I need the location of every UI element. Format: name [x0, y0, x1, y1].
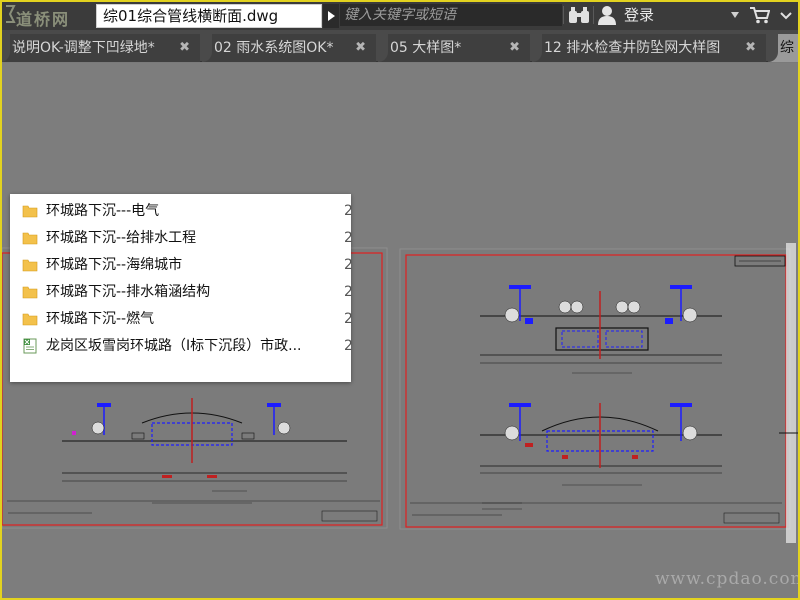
spreadsheet-icon	[23, 338, 37, 354]
tab-label: 综	[780, 40, 794, 56]
file-name: 环城路下沉--燃气	[46, 311, 155, 327]
site-watermark: www.cpdao.com	[655, 569, 800, 589]
file-date: 2	[344, 257, 353, 273]
file-date: 2	[344, 284, 353, 300]
app-logo[interactable]: 道桥网	[2, 0, 96, 30]
document-title: 综01综合管线横断面.dwg	[96, 4, 322, 28]
binoculars-icon[interactable]	[568, 6, 590, 24]
tab-drawing-2[interactable]: 02 雨水系统图OK* ✖	[202, 34, 376, 62]
title-bar: 道桥网 综01综合管线横断面.dwg 键入关键字或短语 登录	[0, 0, 800, 30]
cart-icon[interactable]	[750, 6, 770, 24]
tab-drawing-1[interactable]: 说明OK-调整下凹绿地* ✖	[0, 34, 200, 62]
list-item[interactable]: 环城路下沉--排水箱涵结构 2	[10, 279, 353, 305]
file-name: 环城路下沉--排水箱涵结构	[46, 284, 211, 300]
tab-label: 02 雨水系统图OK*	[214, 40, 334, 56]
tab-drawing-3[interactable]: 05 大样图* ✖	[378, 34, 530, 62]
file-date: 2	[344, 230, 353, 246]
list-item[interactable]: 龙岗区坂雪岗环城路（Ⅰ标下沉段）市政... 2	[10, 333, 353, 359]
close-icon[interactable]: ✖	[509, 34, 520, 62]
chevron-down-icon[interactable]	[731, 12, 739, 18]
file-date: 2	[344, 338, 353, 354]
close-icon[interactable]: ✖	[179, 34, 190, 62]
toolbar-separator	[563, 6, 564, 24]
title-expand-button[interactable]	[323, 4, 339, 28]
logo-icon	[6, 5, 16, 23]
file-name: 龙岗区坂雪岗环城路（Ⅰ标下沉段）市政...	[46, 338, 302, 354]
toolbar-separator	[593, 6, 594, 24]
document-tab-bar: 说明OK-调整下凹绿地* ✖ 02 雨水系统图OK* ✖ 05 大样图* ✖ 1…	[0, 30, 800, 62]
logo-text: 道桥网	[16, 10, 71, 29]
folder-icon	[22, 232, 38, 245]
folder-icon	[22, 259, 38, 272]
file-date: 2	[344, 203, 353, 219]
close-icon[interactable]: ✖	[745, 34, 756, 62]
list-item[interactable]: 环城路下沉---电气 2	[10, 198, 353, 224]
search-input[interactable]: 键入关键字或短语	[340, 4, 562, 26]
file-name: 环城路下沉--给排水工程	[46, 230, 197, 246]
close-icon[interactable]: ✖	[355, 34, 366, 62]
tab-drawing-active[interactable]: 综	[768, 34, 800, 62]
list-item[interactable]: 环城路下沉--燃气 2	[10, 306, 353, 332]
tab-label: 05 大样图*	[390, 40, 462, 56]
more-options-icon[interactable]	[779, 8, 793, 22]
play-arrow-icon	[328, 11, 335, 21]
folder-icon	[22, 205, 38, 218]
file-date: 2	[344, 311, 353, 327]
folder-icon	[22, 313, 38, 326]
file-name: 环城路下沉--海绵城市	[46, 257, 183, 273]
list-item[interactable]: 环城路下沉--海绵城市 2	[10, 252, 353, 278]
file-list-popup: 环城路下沉---电气 2 环城路下沉--给排水工程 2 环城路下沉--海绵城市 …	[10, 194, 353, 382]
tab-label: 12 排水检查井防坠网大样图	[544, 40, 721, 56]
tab-label: 说明OK-调整下凹绿地*	[12, 40, 155, 56]
user-icon[interactable]	[597, 5, 617, 25]
file-name: 环城路下沉---电气	[46, 203, 160, 219]
login-link[interactable]: 登录	[624, 5, 654, 25]
list-item[interactable]: 环城路下沉--给排水工程 2	[10, 225, 353, 251]
folder-icon	[22, 286, 38, 299]
tab-drawing-4[interactable]: 12 排水检查井防坠网大样图 ✖	[532, 34, 766, 62]
